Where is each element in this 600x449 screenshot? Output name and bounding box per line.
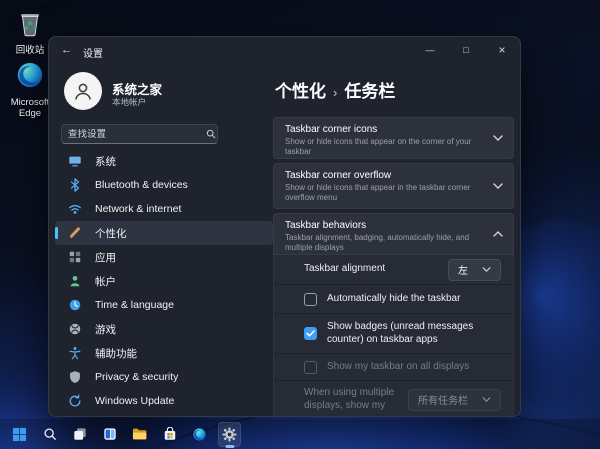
start-button[interactable] xyxy=(8,422,31,447)
gear-icon xyxy=(222,427,237,442)
search-icon xyxy=(43,427,57,441)
breadcrumb-separator: › xyxy=(326,85,344,100)
edge-button[interactable] xyxy=(188,422,211,447)
personalization-icon xyxy=(67,226,82,241)
sidebar-item-bluetooth-devices[interactable]: Bluetooth & devices xyxy=(55,173,273,197)
edge-icon xyxy=(192,427,207,442)
system-taskbar xyxy=(0,419,600,449)
chevron-down-icon xyxy=(482,267,491,272)
sidebar-item-time-language[interactable]: Time & language xyxy=(55,293,273,317)
edge-icon xyxy=(15,60,45,95)
auto-hide-checkbox[interactable] xyxy=(304,293,317,306)
page-title: 任务栏 xyxy=(344,77,395,102)
search-button[interactable] xyxy=(38,422,61,447)
recycle-bin-label: 回收站 xyxy=(16,46,45,57)
system-icon xyxy=(67,154,82,169)
sidebar-item-system[interactable]: 系统 xyxy=(55,149,273,173)
settings-window: ← 设置 — □ × 系统之家 本地帐户 xyxy=(48,36,521,417)
avatar[interactable] xyxy=(64,72,102,110)
maximize-button[interactable]: □ xyxy=(448,37,484,63)
network-icon xyxy=(67,202,82,217)
window-controls: — □ × xyxy=(412,37,520,63)
time-language-icon xyxy=(67,298,82,313)
all-displays-row: Show my taskbar on all displays xyxy=(274,353,513,380)
recycle-bin-icon xyxy=(15,8,45,43)
chevron-down-icon xyxy=(482,397,491,402)
sidebar-item-accessibility[interactable]: 辅助功能 xyxy=(55,341,273,365)
breadcrumb-personalization[interactable]: 个性化 xyxy=(275,77,326,102)
taskbar-alignment-dropdown[interactable]: 左 xyxy=(448,259,501,281)
chevron-up-icon[interactable] xyxy=(493,231,503,237)
card-taskbar-corner-overflow[interactable]: Taskbar corner overflow Show or hide ico… xyxy=(273,163,514,209)
all-displays-checkbox xyxy=(304,361,317,374)
desktop: 回收站 Microsoft Edge ← 设置 — xyxy=(0,0,600,449)
card-taskbar-behaviors[interactable]: Taskbar behaviors Taskbar alignment, bad… xyxy=(273,213,514,255)
widgets-button[interactable] xyxy=(98,422,121,447)
windows-logo-icon xyxy=(12,427,27,442)
file-explorer-button[interactable] xyxy=(128,422,151,447)
sidebar-item-apps[interactable]: 应用 xyxy=(55,245,273,269)
sidebar-nav: 系统 Bluetooth & devices xyxy=(55,149,273,413)
show-badges-label: Show badges (unread messages counter) on… xyxy=(327,321,487,346)
sidebar-item-privacy-security[interactable]: Privacy & security xyxy=(55,365,273,389)
show-badges-checkbox[interactable] xyxy=(304,327,317,340)
widgets-icon xyxy=(103,427,117,441)
window-title: 设置 xyxy=(83,45,103,60)
bluetooth-icon xyxy=(67,178,82,193)
auto-hide-label: Automatically hide the taskbar xyxy=(327,293,460,306)
task-view-icon xyxy=(73,427,87,441)
taskbar-behaviors-options: Taskbar alignment 左 Automatically hide t… xyxy=(273,255,514,417)
all-displays-label: Show my taskbar on all displays xyxy=(327,361,469,374)
show-badges-row: Show badges (unread messages counter) on… xyxy=(274,313,513,353)
accounts-icon xyxy=(67,274,82,289)
task-view-button[interactable] xyxy=(68,422,91,447)
sidebar-item-accounts[interactable]: 帐户 xyxy=(55,269,273,293)
search-input[interactable] xyxy=(62,129,206,140)
store-button[interactable] xyxy=(158,422,181,447)
chevron-down-icon[interactable] xyxy=(493,183,503,189)
privacy-icon xyxy=(67,370,82,385)
taskbar-alignment-row: Taskbar alignment 左 xyxy=(274,255,513,284)
taskbar-alignment-label: Taskbar alignment xyxy=(304,263,385,276)
person-icon xyxy=(71,79,95,103)
back-button[interactable]: ← xyxy=(61,44,72,56)
store-icon xyxy=(163,427,177,441)
check-icon xyxy=(306,330,315,337)
multiple-displays-dropdown: 所有任务栏 xyxy=(408,389,501,411)
settings-search[interactable] xyxy=(61,124,218,144)
auto-hide-taskbar-row: Automatically hide the taskbar xyxy=(274,284,513,313)
accessibility-icon xyxy=(67,346,82,361)
sidebar-item-gaming[interactable]: 游戏 xyxy=(55,317,273,341)
multiple-displays-row: When using multiple displays, show my 所有… xyxy=(274,380,513,417)
search-icon xyxy=(206,129,216,139)
breadcrumb: 个性化 › 任务栏 xyxy=(275,77,395,102)
settings-cards: Taskbar corner icons Show or hide icons … xyxy=(273,117,514,417)
close-button[interactable]: × xyxy=(484,37,520,63)
settings-button[interactable] xyxy=(218,422,241,447)
file-explorer-icon xyxy=(132,427,147,441)
windows-update-icon xyxy=(67,394,82,409)
gaming-icon xyxy=(67,322,82,337)
apps-icon xyxy=(67,250,82,265)
account-type: 本地帐户 xyxy=(112,96,146,108)
sidebar-item-personalization[interactable]: 个性化 xyxy=(55,221,273,245)
sidebar-item-windows-update[interactable]: Windows Update xyxy=(55,389,273,413)
minimize-button[interactable]: — xyxy=(412,37,448,63)
multiple-displays-label: When using multiple displays, show my xyxy=(304,387,408,412)
card-taskbar-corner-icons[interactable]: Taskbar corner icons Show or hide icons … xyxy=(273,117,514,159)
chevron-down-icon[interactable] xyxy=(493,135,503,141)
active-app-indicator xyxy=(225,445,234,448)
sidebar-item-network-internet[interactable]: Network & internet xyxy=(55,197,273,221)
